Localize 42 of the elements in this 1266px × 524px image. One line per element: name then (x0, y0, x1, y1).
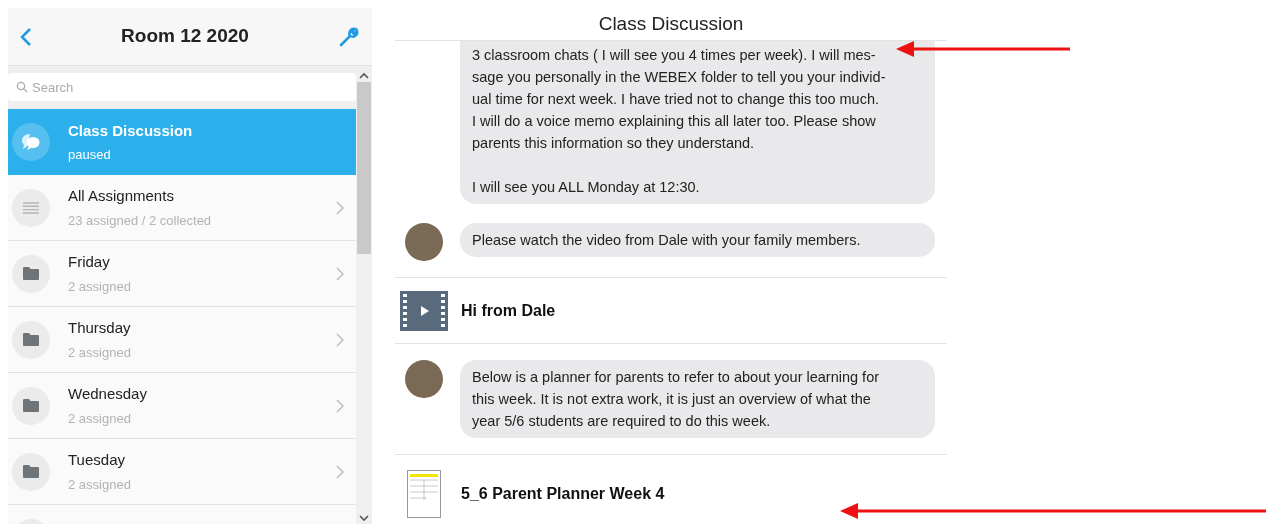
item-title: Wednesday (68, 384, 148, 404)
item-title: Friday (68, 252, 111, 272)
list-icon (23, 201, 39, 214)
chevron-right-icon (336, 332, 344, 347)
scrollbar-thumb[interactable] (357, 82, 371, 254)
document-thumbnail-icon[interactable] (407, 469, 441, 518)
chevron-right-icon (336, 464, 344, 479)
sidebar-title: Room 12 2020 (120, 24, 250, 49)
chevron-right-icon (336, 398, 344, 413)
folder-icon (23, 267, 39, 280)
scroll-down-icon[interactable] (359, 515, 369, 522)
message-text: Below is a planner for parents to refer to about your learning for this week. It is not extra work, it is just an overview of what the year 5/6 students are required to do this week. (472, 368, 881, 431)
search-icon (16, 81, 28, 93)
video-icon[interactable] (400, 290, 448, 331)
item-subtitle: 2 assigned (68, 475, 132, 494)
folder-icon (23, 399, 39, 412)
item-subtitle: 2 assigned (68, 409, 132, 428)
video-title[interactable]: Hi from Dale (461, 298, 556, 323)
item-title: All Assignments (68, 186, 175, 206)
message-text: 3 classroom chats ( I will see you 4 times per week). I will mes- sage you personally in the WEBEX folder to tell you your individ- ual time for next week. I have tried not to change this too much. I will do a voice memo explaining this all later too. Please show parents this information so they understand. (472, 46, 887, 153)
item-subtitle: 2 assigned (68, 343, 132, 362)
item-subtitle: paused (68, 146, 112, 164)
conversation-title: Class Discussion (598, 11, 744, 36)
item-subtitle: 23 assigned / 2 collected (68, 211, 213, 230)
item-subtitle: 2 assigned (68, 277, 132, 296)
folder-icon (23, 465, 39, 478)
back-icon[interactable] (20, 26, 32, 47)
chevron-right-icon (336, 266, 344, 281)
item-title: Tuesday (68, 450, 126, 470)
message-text: Please watch the video from Dale with your family members. (472, 231, 862, 250)
chevron-right-icon (336, 200, 344, 215)
search-field[interactable]: Search (8, 73, 356, 101)
item-title: Class Discussion (68, 120, 194, 141)
document-title[interactable]: 5_6 Parent Planner Week 4 (461, 481, 665, 506)
avatar (405, 360, 443, 398)
scrollbar[interactable] (356, 66, 372, 524)
scroll-up-icon[interactable] (359, 72, 369, 79)
avatar (405, 223, 443, 261)
folder-icon (23, 333, 39, 346)
chat-bubbles-icon (21, 133, 41, 151)
message-text: I will see you ALL Monday at 12:30. (472, 178, 701, 197)
item-title: Thursday (68, 318, 132, 338)
